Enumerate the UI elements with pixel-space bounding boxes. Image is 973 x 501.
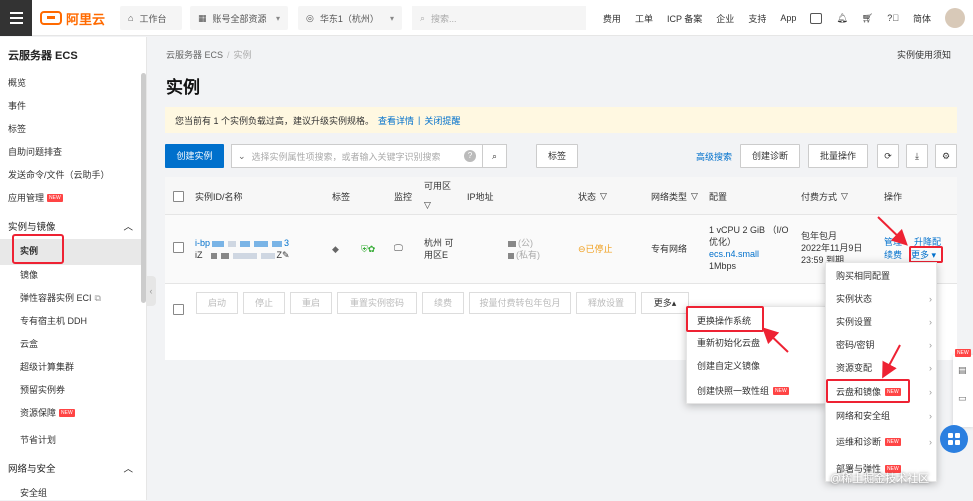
arrow-to-change-os — [762, 327, 789, 353]
new-badge: NEW — [955, 349, 971, 357]
floating-toolbar: NEW ▤ ▭ — [953, 349, 973, 427]
apps-grid-icon[interactable] — [940, 425, 968, 453]
chat-icon[interactable]: ▭ — [958, 393, 967, 404]
apps-grid-glyph — [948, 433, 960, 445]
annotation-arrows — [762, 216, 908, 379]
arrow-to-disk-image — [882, 344, 901, 379]
arrow-to-more — [877, 216, 908, 246]
watermark: @稀土掘金技术社区 — [830, 473, 930, 485]
doc-icon[interactable]: ▤ — [958, 365, 967, 376]
